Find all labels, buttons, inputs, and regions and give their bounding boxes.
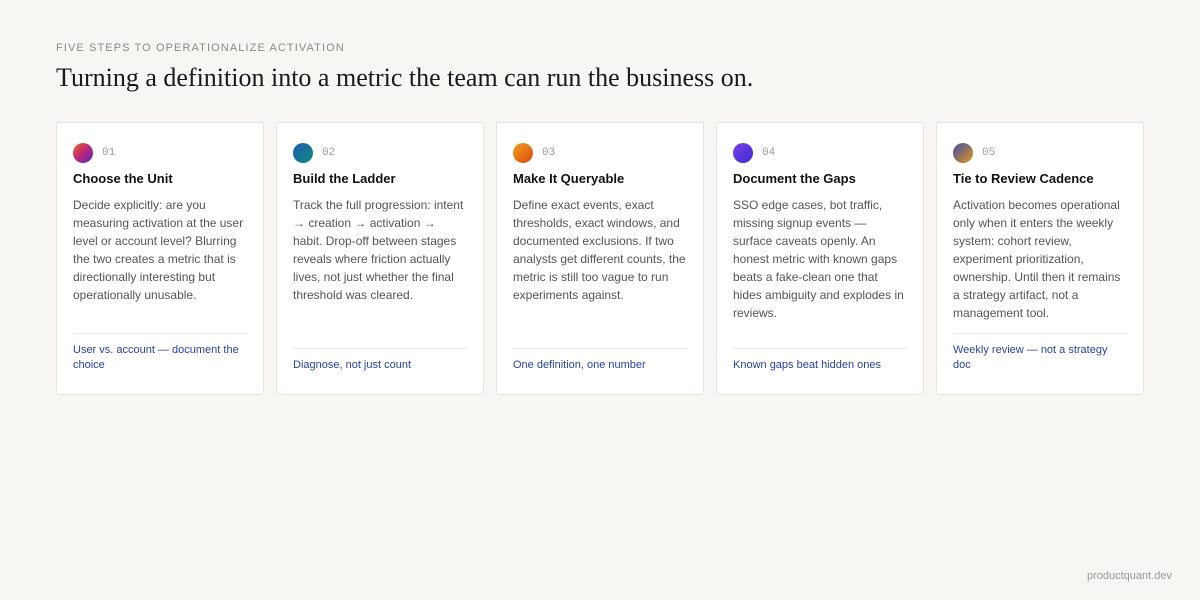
step-title: Tie to Review Cadence	[953, 171, 1094, 186]
step-card-5: 05 Tie to Review Cadence Activation beco…	[936, 122, 1144, 395]
gradient-dot-icon	[953, 143, 973, 163]
step-card-header: 01	[73, 143, 247, 163]
step-card-1: 01 Choose the Unit Decide explicitly: ar…	[56, 122, 264, 395]
step-number: 01	[102, 147, 116, 159]
step-card-header: 03	[513, 143, 687, 163]
step-description: SSO edge cases, bot traffic, missing sig…	[733, 198, 904, 320]
step-description: Activation becomes operational only when…	[953, 198, 1121, 320]
gradient-dot-icon	[513, 143, 533, 163]
steps-row: 01 Choose the Unit Decide explicitly: ar…	[56, 122, 1144, 395]
step-card-4: 04 Document the Gaps SSO edge cases, bot…	[716, 122, 924, 395]
step-number: 04	[762, 147, 776, 159]
page-title: Turning a definition into a metric the t…	[56, 63, 754, 92]
step-takeaway: Diagnose, not just count	[293, 348, 467, 373]
gradient-dot-icon	[733, 143, 753, 163]
step-takeaway: Weekly review — not a strategy doc	[953, 333, 1127, 373]
step-number: 03	[542, 147, 556, 159]
step-card-header: 04	[733, 143, 907, 163]
step-card-3: 03 Make It Queryable Define exact events…	[496, 122, 704, 395]
step-description: Decide explicitly: are you measuring act…	[73, 198, 244, 302]
step-card-header: 02	[293, 143, 467, 163]
step-card-2: 02 Build the Ladder Track the full progr…	[276, 122, 484, 395]
step-title: Choose the Unit	[73, 171, 173, 186]
step-takeaway: Known gaps beat hidden ones	[733, 348, 907, 373]
step-title: Make It Queryable	[513, 171, 625, 186]
eyebrow-label: FIVE STEPS TO OPERATIONALIZE ACTIVATION	[56, 42, 345, 54]
step-takeaway: User vs. account — document the choice	[73, 333, 247, 373]
step-title: Document the Gaps	[733, 171, 856, 186]
brand-footer: productquant.dev	[1086, 570, 1172, 582]
step-description: Define exact events, exact thresholds, e…	[513, 198, 686, 302]
step-title: Build the Ladder	[293, 171, 396, 186]
step-takeaway: One definition, one number	[513, 348, 687, 373]
step-number: 05	[982, 147, 996, 159]
step-description: Track the full progression: intent → cre…	[293, 198, 464, 302]
step-card-header: 05	[953, 143, 1127, 163]
step-number: 02	[322, 147, 336, 159]
gradient-dot-icon	[73, 143, 93, 163]
gradient-dot-icon	[293, 143, 313, 163]
